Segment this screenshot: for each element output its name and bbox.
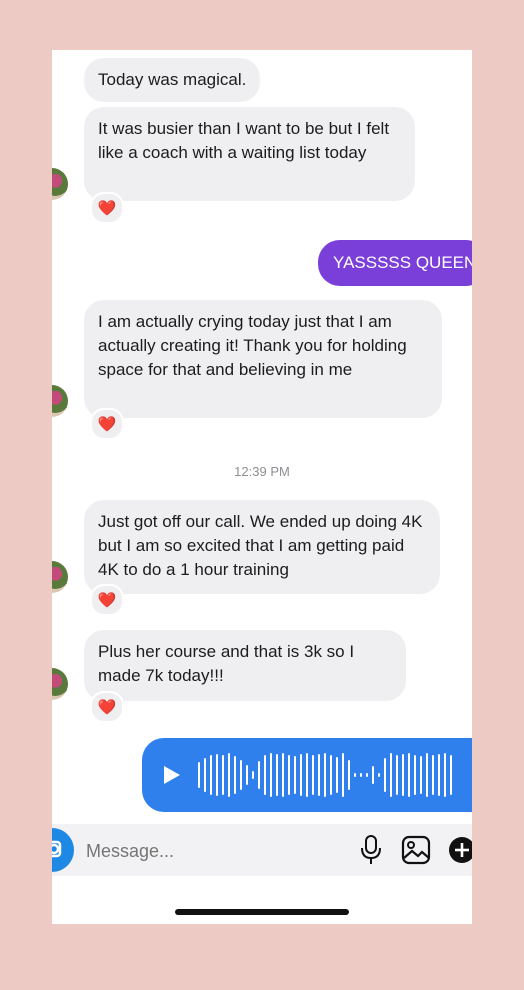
message-text: Just got off our call. We ended up doing… <box>98 512 423 579</box>
waveform <box>198 753 452 797</box>
gallery-icon[interactable] <box>401 835 431 865</box>
voice-message[interactable] <box>142 738 472 812</box>
heart-reaction-icon[interactable]: ❤️ <box>90 408 124 440</box>
avatar[interactable] <box>52 385 68 417</box>
received-message[interactable]: It was busier than I want to be but I fe… <box>84 107 415 201</box>
received-message[interactable]: I am actually crying today just that I a… <box>84 300 442 418</box>
heart-reaction-icon[interactable]: ❤️ <box>90 691 124 723</box>
chat-screen: Today was magical. It was busier than I … <box>52 50 472 924</box>
heart-reaction-icon[interactable]: ❤️ <box>90 192 124 224</box>
avatar[interactable] <box>52 168 68 200</box>
received-message[interactable]: Just got off our call. We ended up doing… <box>84 500 440 594</box>
message-composer <box>52 824 472 876</box>
home-indicator[interactable] <box>175 909 349 915</box>
microphone-icon[interactable] <box>360 835 382 865</box>
message-text: Today was magical. <box>98 70 247 89</box>
message-text: Plus her course and that is 3k so I made… <box>98 642 355 685</box>
received-message[interactable]: Today was magical. <box>84 58 261 102</box>
message-text: It was busier than I want to be but I fe… <box>98 119 390 162</box>
received-message[interactable]: Plus her course and that is 3k so I made… <box>84 630 406 701</box>
avatar[interactable] <box>52 561 68 593</box>
message-text: YASSSSS QUEEN <box>333 253 472 272</box>
sent-message[interactable]: YASSSSS QUEEN <box>318 240 472 286</box>
message-input[interactable] <box>84 838 318 864</box>
camera-icon[interactable] <box>52 828 76 872</box>
timestamp: 12:39 PM <box>234 464 290 479</box>
avatar[interactable] <box>52 668 68 700</box>
add-icon[interactable] <box>448 835 472 865</box>
heart-reaction-icon[interactable]: ❤️ <box>90 584 124 616</box>
message-text: I am actually crying today just that I a… <box>98 312 407 379</box>
play-icon[interactable] <box>163 765 181 785</box>
